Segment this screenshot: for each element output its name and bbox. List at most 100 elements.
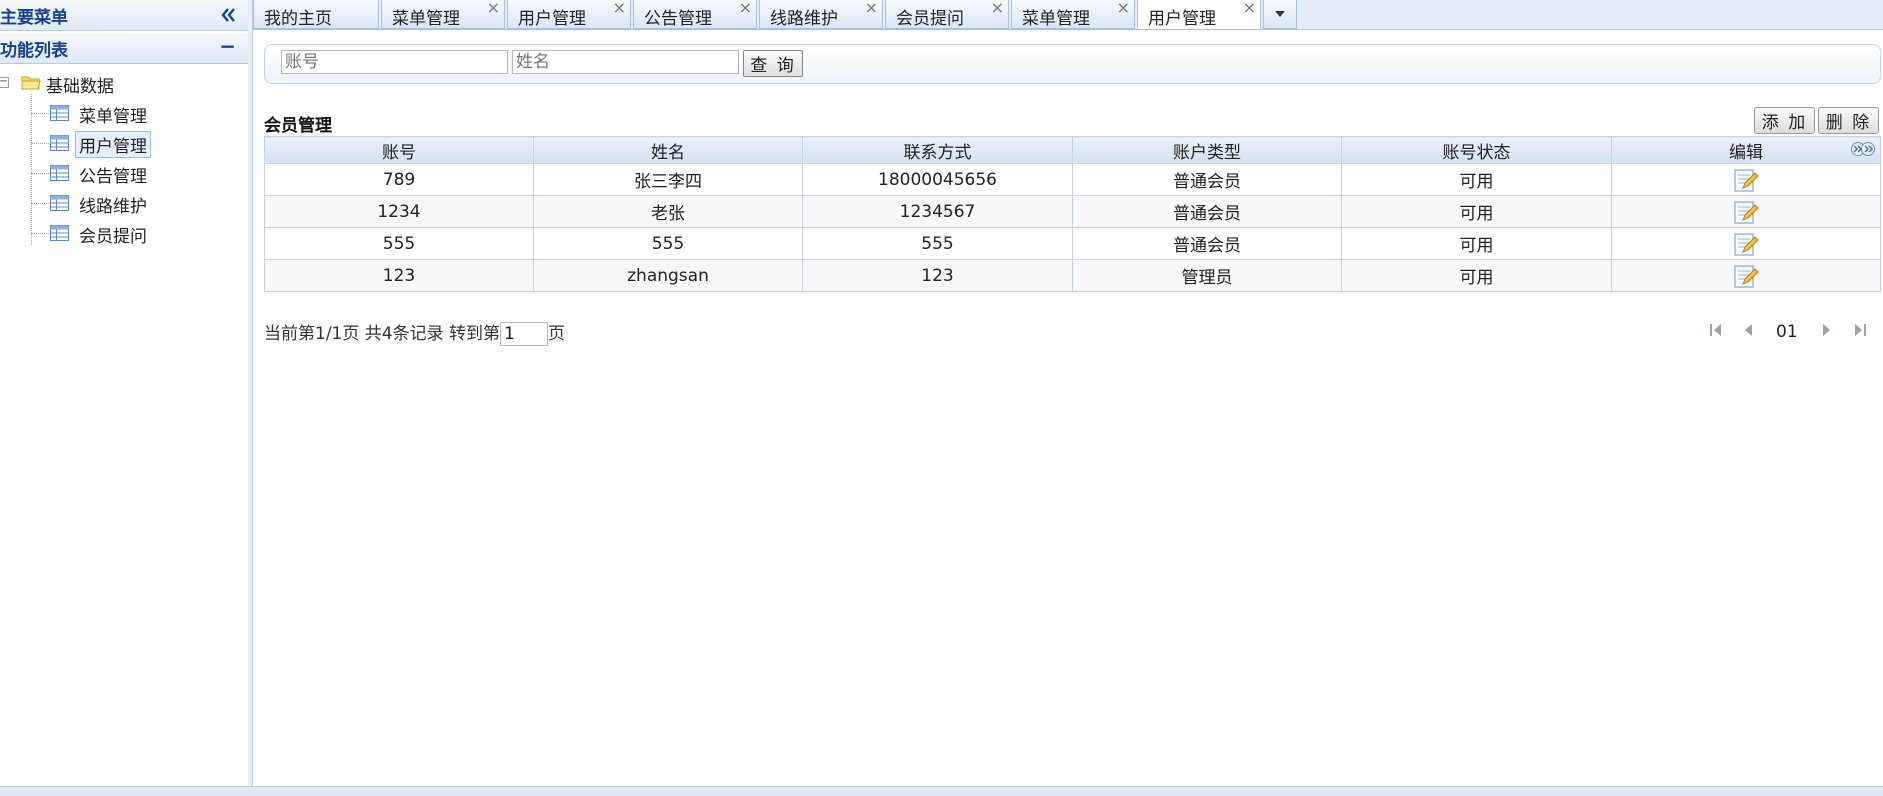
cell-account-status: 可用: [1341, 227, 1612, 260]
prev-page-icon[interactable]: [1741, 321, 1757, 339]
member-table: 账号 姓名 联系方式 账户类型 账号状态 编辑 789 张三李四 1800004…: [264, 136, 1881, 292]
close-icon[interactable]: ×: [613, 0, 626, 17]
table-row[interactable]: 555 555 555 普通会员 可用: [264, 227, 1881, 260]
chevron-down-icon: [1275, 11, 1285, 17]
cell-contact: 123: [802, 259, 1073, 292]
close-icon[interactable]: ×: [739, 0, 752, 17]
close-icon[interactable]: ×: [865, 0, 878, 17]
tree-connector: [31, 143, 49, 144]
splitter[interactable]: [248, 0, 253, 786]
close-icon[interactable]: ×: [1117, 0, 1130, 17]
grid-title: 会员管理: [264, 116, 332, 136]
cell-account: 789: [264, 163, 534, 196]
cell-contact: 555: [802, 227, 1073, 260]
tab-home[interactable]: 我的主页: [253, 0, 379, 29]
table-row[interactable]: 789 张三李四 18000045656 普通会员 可用: [264, 163, 1881, 196]
cell-account-type: 普通会员: [1072, 227, 1342, 260]
cell-edit: [1611, 195, 1881, 228]
cell-name: zhangsan: [533, 259, 803, 292]
tab-label: 菜单管理: [1022, 9, 1090, 29]
cell-edit: [1611, 227, 1881, 260]
cell-account-type: 管理员: [1072, 259, 1342, 292]
pager-info-suffix: 页: [547, 324, 565, 344]
tab-label: 用户管理: [518, 9, 586, 29]
tree-node-basic-data[interactable]: − 基础数据: [0, 70, 200, 97]
tab-label: 用户管理: [1148, 9, 1216, 29]
tab-menu-management-2[interactable]: 菜单管理 ×: [1011, 0, 1135, 29]
tab-label: 菜单管理: [392, 9, 460, 29]
pager-info-prefix: 当前第1/1页 共4条记录 转到第: [264, 324, 500, 344]
tree-root-label: 基础数据: [46, 77, 114, 97]
sidebar-item-label: 公告管理: [79, 167, 147, 187]
query-button[interactable]: 查 询: [743, 50, 803, 77]
delete-button[interactable]: 删 除: [1818, 107, 1879, 134]
next-page-icon[interactable]: [1818, 321, 1834, 339]
collapse-sidebar-icon[interactable]: [220, 1, 236, 28]
cell-account: 1234: [264, 195, 534, 228]
tab-user-management[interactable]: 用户管理 ×: [507, 0, 631, 29]
table-row[interactable]: 123 zhangsan 123 管理员 可用: [264, 259, 1881, 292]
name-search-input[interactable]: [512, 50, 739, 74]
table-icon: [50, 225, 69, 241]
close-icon[interactable]: ×: [991, 0, 1004, 17]
goto-page-input[interactable]: [499, 322, 548, 346]
pager-info: 当前第1/1页 共4条记录 转到第 页: [264, 319, 565, 346]
table-icon: [50, 105, 69, 121]
table-icon: [50, 165, 69, 181]
tree-connector: [31, 203, 49, 204]
tab-label: 我的主页: [264, 9, 332, 29]
add-button[interactable]: 添 加: [1754, 107, 1815, 134]
column-header-contact[interactable]: 联系方式: [802, 136, 1073, 164]
edit-icon[interactable]: [1733, 231, 1759, 257]
cell-account: 555: [264, 227, 534, 260]
cell-name: 张三李四: [533, 163, 803, 196]
sidebar-item-label: 菜单管理: [79, 107, 147, 127]
sidebar-item-label: 会员提问: [79, 227, 147, 247]
main-menu-title: 主要菜单: [0, 8, 68, 28]
tab-list-dropdown[interactable]: [1263, 0, 1297, 29]
column-header-account-status[interactable]: 账号状态: [1341, 136, 1612, 164]
sidebar-item-announcement-management[interactable]: 公告管理: [0, 160, 248, 187]
tree-collapse-icon[interactable]: −: [0, 77, 9, 88]
expand-columns-icon[interactable]: [1849, 141, 1877, 157]
column-header-name[interactable]: 姓名: [533, 136, 803, 164]
column-header-account-type[interactable]: 账户类型: [1072, 136, 1342, 164]
tree-connector: [31, 233, 49, 234]
sidebar-item-menu-management[interactable]: 菜单管理: [0, 100, 248, 127]
tab-route-maintenance[interactable]: 线路维护 ×: [759, 0, 883, 29]
collapse-function-list-icon[interactable]: −: [219, 34, 236, 58]
edit-icon[interactable]: [1733, 167, 1759, 193]
edit-icon[interactable]: [1733, 263, 1759, 289]
table-icon: [50, 195, 69, 211]
close-icon[interactable]: ×: [1243, 0, 1256, 17]
tab-label: 线路维护: [770, 9, 838, 29]
account-search-input[interactable]: [281, 50, 508, 74]
tab-announcement-management[interactable]: 公告管理 ×: [633, 0, 757, 29]
first-page-icon[interactable]: [1708, 321, 1724, 339]
sidebar-item-route-maintenance[interactable]: 线路维护: [0, 190, 248, 217]
cell-account-status: 可用: [1341, 163, 1612, 196]
sidebar-item-label: 用户管理: [75, 131, 151, 158]
tab-member-questions[interactable]: 会员提问 ×: [885, 0, 1009, 29]
tab-menu-management[interactable]: 菜单管理 ×: [381, 0, 505, 29]
edit-icon[interactable]: [1733, 199, 1759, 225]
column-header-edit[interactable]: 编辑: [1611, 136, 1881, 164]
current-page-number: 01: [1776, 322, 1798, 342]
main-menu-header: 主要菜单: [0, 0, 248, 31]
cell-account-status: 可用: [1341, 259, 1612, 292]
tab-label: 公告管理: [644, 9, 712, 29]
cell-contact: 1234567: [802, 195, 1073, 228]
last-page-icon[interactable]: [1852, 321, 1868, 339]
cell-name: 老张: [533, 195, 803, 228]
function-list-header[interactable]: 功能列表 −: [0, 33, 248, 64]
table-icon: [50, 135, 69, 151]
column-header-account[interactable]: 账号: [264, 136, 534, 164]
sidebar-item-member-questions[interactable]: 会员提问: [0, 220, 248, 247]
sidebar-item-user-management[interactable]: 用户管理: [0, 130, 248, 158]
table-row[interactable]: 1234 老张 1234567 普通会员 可用: [264, 195, 1881, 228]
tab-bar: 我的主页 菜单管理 × 用户管理 × 公告管理 × 线路维护 × 会员提问 × …: [253, 0, 1883, 30]
sidebar: 主要菜单 功能列表 − − 基础数据 菜单管理 用户管理 公告管理 线路维护 会…: [0, 0, 249, 786]
tree-connector: [31, 113, 49, 114]
close-icon[interactable]: ×: [487, 0, 500, 17]
tab-user-management-active[interactable]: 用户管理 ×: [1137, 0, 1261, 29]
